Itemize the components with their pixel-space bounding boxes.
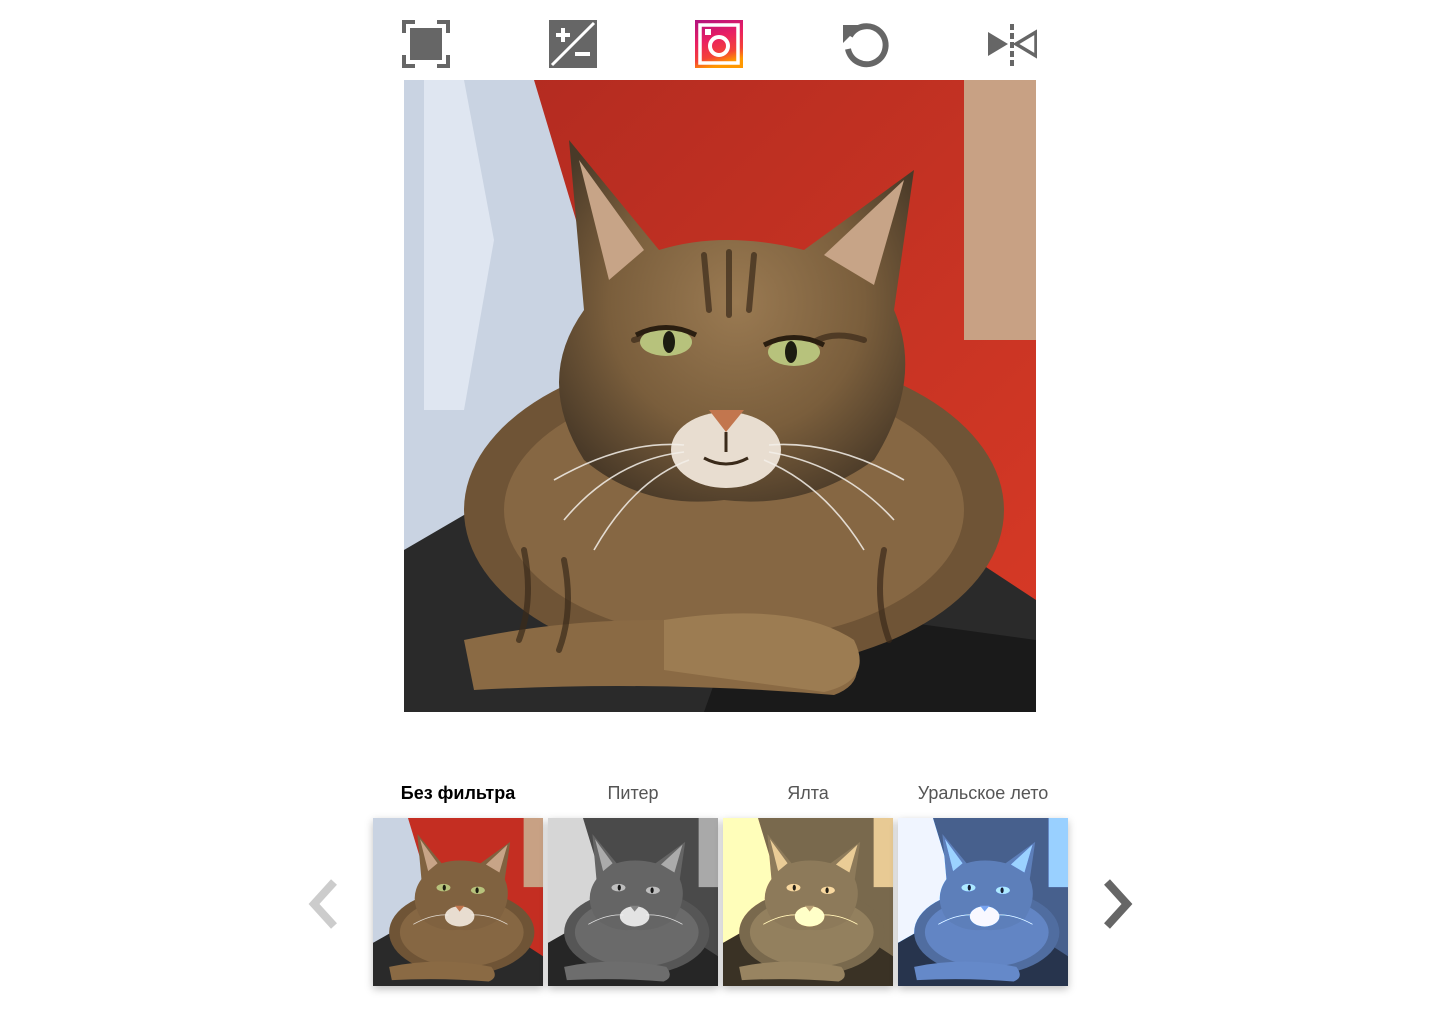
filter-label-none[interactable]: Без фильтра [373, 780, 543, 806]
filter-thumb-piter[interactable] [548, 818, 718, 986]
rotate-tool-button[interactable] [840, 19, 890, 69]
thumb-photo-grayscale [548, 818, 718, 986]
flip-tool-button[interactable] [987, 19, 1037, 69]
crop-tool-button[interactable] [401, 19, 451, 69]
thumb-photo-blue [898, 818, 1068, 986]
cat-photo [404, 80, 1036, 712]
filter-thumb-none[interactable] [373, 818, 543, 986]
thumb-photo-sepia [723, 818, 893, 986]
filter-label-yalta[interactable]: Ялта [723, 780, 893, 806]
filters-next-button[interactable] [1097, 876, 1137, 932]
chevron-left-icon [308, 879, 337, 929]
filter-label-piter[interactable]: Питер [548, 780, 718, 806]
crop-icon [402, 20, 450, 68]
filter-thumb-ural-summer[interactable] [898, 818, 1068, 986]
exposure-tool-button[interactable] [548, 19, 598, 69]
filter-label-ural-summer[interactable]: Уральское лето [898, 780, 1068, 806]
filter-tool-button[interactable] [694, 19, 744, 69]
filter-labels-row: Без фильтра Питер Ялта Уральское лето [373, 780, 1073, 808]
instagram-filter-icon [695, 20, 743, 68]
thumb-photo-original [373, 818, 543, 986]
chevron-right-icon [1104, 879, 1133, 929]
filters-prev-button[interactable] [304, 876, 344, 932]
exposure-icon [549, 20, 597, 68]
filter-thumb-yalta[interactable] [723, 818, 893, 986]
main-photo [404, 80, 1036, 712]
photo-editor: Без фильтра Питер Ялта Уральское лето [0, 0, 1440, 1024]
editor-toolbar [0, 0, 1440, 80]
flip-icon [988, 24, 1037, 66]
rotate-icon [843, 23, 889, 68]
